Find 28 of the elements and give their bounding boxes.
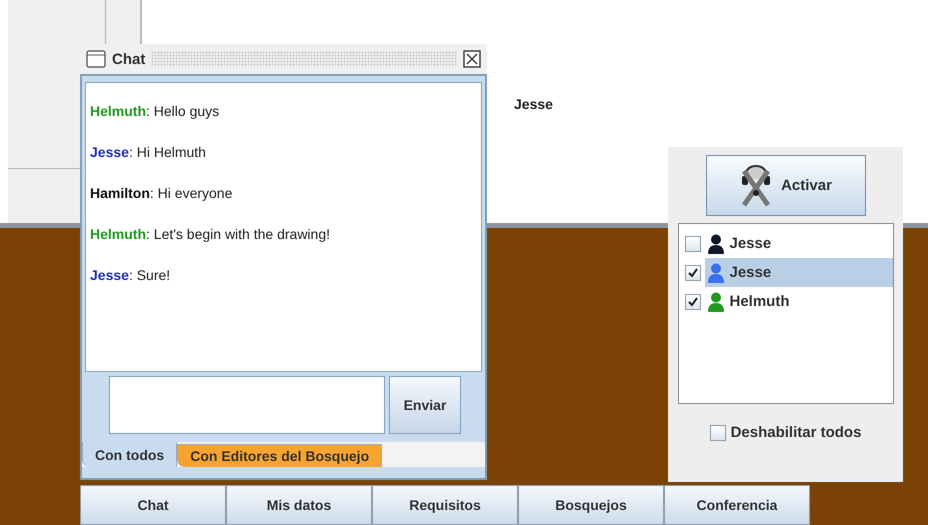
nav-tab[interactable]: Bosquejos bbox=[518, 485, 664, 525]
chat-message: Hamilton: Hi everyone bbox=[90, 185, 234, 201]
message-input[interactable] bbox=[109, 376, 385, 434]
chat-message: Jesse: Hi Helmuth bbox=[90, 144, 207, 160]
close-icon[interactable] bbox=[463, 50, 481, 68]
checkbox[interactable] bbox=[684, 236, 700, 252]
activate-button[interactable]: Activar bbox=[706, 155, 866, 216]
checkbox[interactable] bbox=[684, 264, 700, 280]
chat-message: Helmuth: Hello guys bbox=[90, 103, 220, 119]
nav-tab[interactable]: Mis datos bbox=[226, 485, 372, 525]
participant-item[interactable]: Helmuth bbox=[704, 287, 892, 316]
nav-tab[interactable]: Chat bbox=[80, 485, 226, 525]
participant-item[interactable]: Jesse bbox=[704, 229, 892, 258]
nav-tab[interactable]: Conferencia bbox=[664, 485, 810, 525]
checkbox[interactable] bbox=[684, 294, 700, 310]
window-icon bbox=[86, 50, 106, 68]
chat-message: Helmuth: Let's begin with the drawing! bbox=[90, 226, 332, 242]
send-button[interactable]: Enviar bbox=[389, 376, 461, 434]
title-bar-grip[interactable] bbox=[151, 51, 457, 67]
checkbox-label: Deshabilitar todos bbox=[730, 424, 862, 441]
chat-message: Jesse: Sure! bbox=[90, 267, 172, 283]
participant-item[interactable]: Jesse bbox=[704, 258, 892, 287]
user-label: Jesse bbox=[514, 96, 553, 112]
conversation-tab[interactable]: Con todos bbox=[82, 442, 178, 467]
nav-tab[interactable]: Requisitos bbox=[372, 485, 518, 525]
checkbox[interactable] bbox=[710, 424, 726, 440]
window-title: Chat bbox=[112, 50, 146, 68]
conversation-tab[interactable]: Con Editores del Bosquejo bbox=[177, 444, 382, 467]
